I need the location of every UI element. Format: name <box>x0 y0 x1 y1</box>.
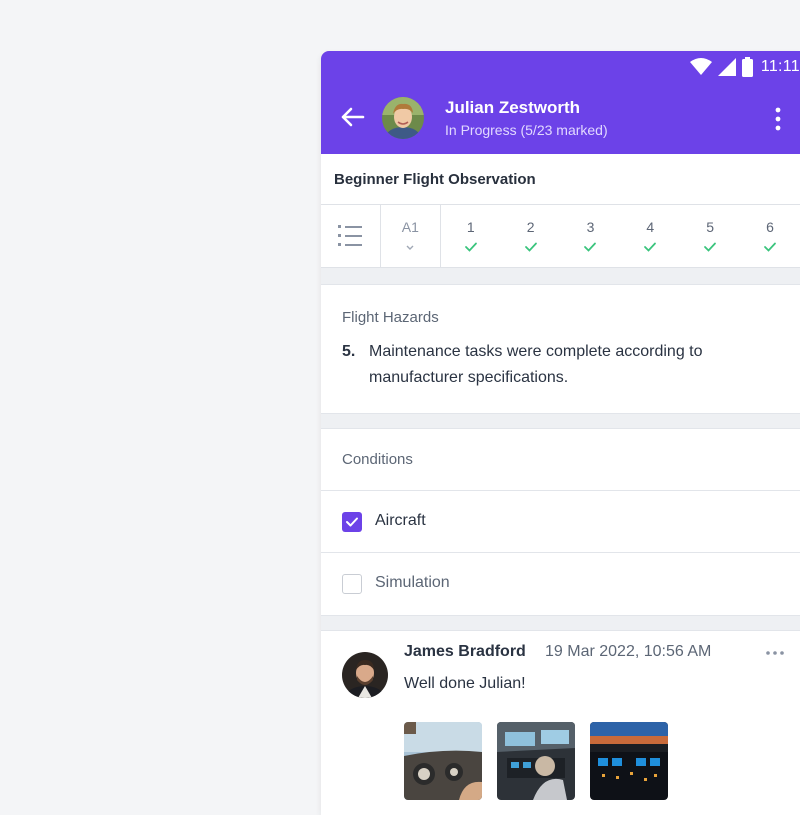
tab-label: 4 <box>646 219 655 235</box>
tab-question-1[interactable]: 1 <box>441 205 501 267</box>
attachment-thumbnail[interactable] <box>497 722 575 800</box>
tab-question-list[interactable] <box>321 205 381 267</box>
tab-label: 5 <box>706 219 715 235</box>
option-label: Simulation <box>375 574 450 591</box>
option-aircraft[interactable]: Aircraft <box>321 490 800 553</box>
question-text-line: manufacturer specifications. <box>369 369 569 386</box>
avatar <box>382 97 424 139</box>
check-icon <box>704 242 717 252</box>
question-tabs: A1 1 2 3 4 5 6 <box>321 205 800 268</box>
tab-question-3[interactable]: 3 <box>561 205 621 267</box>
check-icon <box>644 242 657 252</box>
more-vertical-icon[interactable] <box>769 106 787 132</box>
tab-section-label: A1 <box>401 219 419 235</box>
check-icon <box>464 242 477 252</box>
status-time: 11:11 <box>760 58 800 75</box>
tab-label: 2 <box>526 219 535 235</box>
tab-label: 1 <box>466 219 475 235</box>
check-icon <box>346 517 358 527</box>
form-title-bar: Beginner Flight Observation <box>321 154 800 205</box>
tab-question-6[interactable]: 6 <box>740 205 800 267</box>
progress-status: In Progress (5/23 marked) <box>445 122 608 138</box>
status-bar: 11:11 <box>689 55 800 79</box>
commenter-avatar <box>342 652 388 698</box>
signal-icon <box>717 58 736 76</box>
back-arrow-icon[interactable] <box>339 106 365 128</box>
mobile-app-screen: 11:11 Julian Zestworth In Progress (5/23… <box>321 51 800 815</box>
option-simulation[interactable]: Simulation <box>321 552 800 615</box>
list-icon <box>338 225 363 246</box>
wifi-icon <box>689 58 712 75</box>
check-icon <box>764 242 776 252</box>
tab-question-5[interactable]: 5 <box>680 205 740 267</box>
comment-timestamp: 19 Mar 2022, 10:56 AM <box>545 643 712 660</box>
student-name: Julian Zestworth <box>445 98 581 117</box>
tab-question-4[interactable]: 4 <box>620 205 680 267</box>
conditions-label: Conditions <box>342 451 413 468</box>
checkbox-unchecked[interactable] <box>342 574 362 594</box>
attachment-thumbnail[interactable] <box>404 722 482 800</box>
tab-question-2[interactable]: 2 <box>501 205 561 267</box>
tab-label: 6 <box>766 219 774 235</box>
tab-section-a1[interactable]: A1 <box>381 205 441 267</box>
commenter-name: James Bradford <box>404 643 526 660</box>
comment-card: James Bradford 19 Mar 2022, 10:56 AM Wel… <box>321 630 800 815</box>
check-icon <box>584 242 597 252</box>
form-title: Beginner Flight Observation <box>334 171 536 188</box>
app-bar: 11:11 Julian Zestworth In Progress (5/23… <box>321 51 800 154</box>
option-label: Aircraft <box>375 512 426 529</box>
checkbox-checked[interactable] <box>342 512 362 532</box>
battery-icon <box>741 57 753 77</box>
question-number: 5. <box>342 343 356 360</box>
tab-label: 3 <box>586 219 595 235</box>
attachment-thumbnail[interactable] <box>590 722 668 800</box>
more-horizontal-icon[interactable] <box>765 649 785 657</box>
comment-text: Well done Julian! <box>404 675 526 692</box>
conditions-card: Conditions Aircraft Simulation <box>321 428 800 616</box>
section-name: Flight Hazards <box>342 309 439 326</box>
check-icon <box>524 242 537 252</box>
question-text-line: Maintenance tasks were complete accordin… <box>369 343 703 360</box>
question-card: Flight Hazards 5. Maintenance tasks were… <box>321 284 800 414</box>
chevron-down-icon <box>406 245 414 250</box>
question-text: Maintenance tasks were complete accordin… <box>369 339 703 391</box>
